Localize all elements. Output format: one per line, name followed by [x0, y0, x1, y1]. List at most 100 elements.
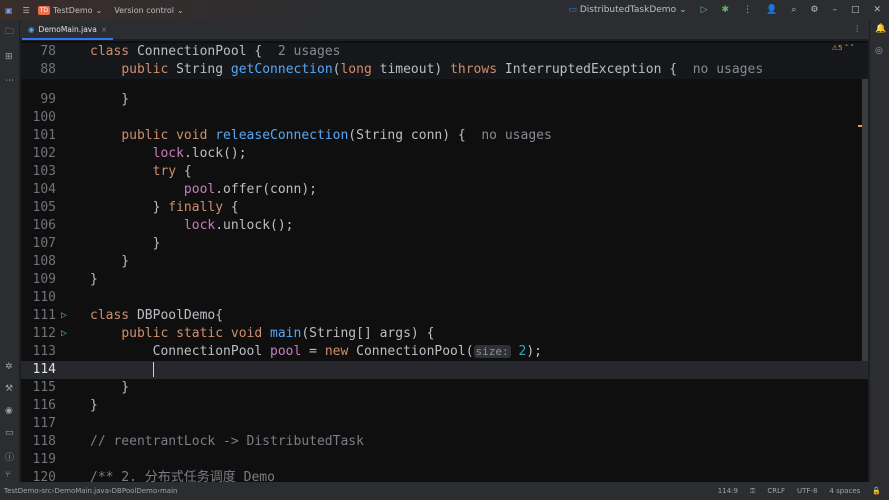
line-number: 118: [32, 434, 56, 449]
code-text: }: [90, 236, 161, 251]
code-line[interactable]: 118 // reentrantLock -> DistributedTask: [21, 433, 868, 451]
structure-icon[interactable]: ⊞: [5, 52, 13, 62]
tab-close-icon[interactable]: ×: [101, 25, 107, 34]
lock-icon[interactable]: 🔓: [872, 487, 881, 496]
run-config-selector[interactable]: ▭ DistributedTaskDemo ⌄: [568, 5, 686, 15]
build-icon[interactable]: ⚒: [5, 384, 13, 394]
project-badge: TD: [37, 5, 51, 15]
main-menu-icon[interactable]: ☰: [23, 6, 30, 15]
line-number: 99: [40, 92, 56, 107]
project-selector[interactable]: TD TestDemo ⌄: [37, 5, 102, 15]
run-gutter-icon[interactable]: ▷: [61, 325, 67, 343]
minimize-icon[interactable]: –: [832, 5, 837, 15]
code-line[interactable]: 117: [21, 415, 868, 433]
breadcrumb-item[interactable]: TestDemo: [4, 487, 39, 495]
add-user-icon[interactable]: 👤: [766, 5, 777, 15]
breadcrumb-item[interactable]: src: [41, 487, 51, 495]
search-icon[interactable]: ⌕: [791, 5, 796, 15]
code-text: public void releaseConnection(String con…: [121, 128, 552, 143]
readonly-icon[interactable]: ⚿: [750, 487, 755, 496]
code-line[interactable]: 78 class ConnectionPool { 2 usages: [21, 43, 868, 61]
run-gutter-icon[interactable]: ▷: [61, 307, 67, 325]
indent[interactable]: 4 spaces: [829, 487, 860, 496]
code-text: }: [90, 398, 98, 413]
line-number: 88: [40, 62, 56, 77]
line-separator[interactable]: CRLF: [767, 487, 785, 496]
line-number: 114: [32, 362, 56, 377]
code-text: lock.unlock();: [183, 218, 294, 233]
run-tool-icon[interactable]: ◉: [5, 406, 13, 416]
code-editor[interactable]: ⚠5 ˄ ˅ 78 class ConnectionPool { 2 usages…: [21, 41, 868, 485]
code-line[interactable]: 116}: [21, 397, 868, 415]
more-tools-icon[interactable]: ⋯: [5, 76, 14, 86]
code-line[interactable]: 115 }: [21, 379, 868, 397]
code-line[interactable]: 113 ConnectionPool pool = new Connection…: [21, 343, 868, 361]
line-number: 110: [32, 290, 56, 305]
vcs-selector[interactable]: Version control ⌄: [114, 6, 183, 15]
title-bar: ▣ ☰ TD TestDemo ⌄ Version control ⌄ ▭ Distri…: [0, 0, 889, 20]
code-line[interactable]: 104 pool.offer(conn);: [21, 181, 868, 199]
code-text: pool.offer(conn);: [183, 182, 317, 197]
encoding[interactable]: UTF-8: [797, 487, 817, 496]
problems-icon[interactable]: ⓘ: [5, 450, 14, 463]
code-text: }: [90, 254, 130, 269]
code-text: [90, 361, 154, 379]
line-number: 113: [32, 344, 56, 359]
tabs-more-icon[interactable]: ⋮: [854, 24, 862, 33]
current-code-line[interactable]: 114: [21, 361, 868, 379]
breadcrumb-item[interactable]: DemoMain.java: [54, 487, 108, 495]
code-line[interactable]: 107 }: [21, 235, 868, 253]
left-tool-strip: 🗀 ⊞ ⋯ ✲ ⚒ ◉ ▭ ⓘ ⑂: [0, 20, 20, 482]
code-line[interactable]: 119: [21, 451, 868, 469]
line-number: 117: [32, 416, 56, 431]
code-text: public String getConnection(long timeout…: [121, 62, 764, 77]
run-icon[interactable]: ▷: [701, 5, 708, 15]
debug-icon[interactable]: ✱: [722, 5, 730, 15]
breadcrumb-item[interactable]: main: [160, 487, 178, 495]
code-line[interactable]: 109}: [21, 271, 868, 289]
code-line[interactable]: 105 } finally {: [21, 199, 868, 217]
inspection-widget[interactable]: ⚠5 ˄ ˅: [832, 44, 854, 52]
ai-assistant-icon[interactable]: ◎: [875, 46, 883, 56]
run-config-label: DistributedTaskDemo: [579, 5, 677, 15]
tab-label: DemoMain.java: [38, 24, 97, 34]
code-line[interactable]: 111 ▷ class DBPoolDemo{: [21, 307, 868, 325]
code-text: lock.lock();: [152, 146, 247, 161]
code-line[interactable]: 101 public void releaseConnection(String…: [21, 127, 868, 145]
code-line[interactable]: 99 }: [21, 91, 868, 109]
line-number: 103: [32, 164, 56, 179]
line-number: 100: [32, 110, 56, 125]
code-text: }: [90, 380, 130, 395]
notifications-icon[interactable]: 🔔: [875, 24, 886, 34]
terminal-icon[interactable]: ▭: [5, 428, 14, 438]
line-number: 108: [32, 254, 56, 269]
line-number: 78: [40, 44, 56, 59]
code-text: ConnectionPool pool = new ConnectionPool…: [90, 344, 542, 359]
caret-position[interactable]: 114:9: [718, 487, 738, 496]
line-number: 115: [32, 380, 56, 395]
line-number: 105: [32, 200, 56, 215]
app-logo-icon: ▣: [5, 5, 13, 15]
git-icon[interactable]: ⑂: [5, 470, 10, 480]
tab-demomain-java[interactable]: ◉ DemoMain.java ×: [22, 20, 114, 40]
code-line[interactable]: 108 }: [21, 253, 868, 271]
code-line[interactable]: 110: [21, 289, 868, 307]
more-icon[interactable]: ⋮: [743, 5, 752, 15]
code-line[interactable]: 112 ▷ public static void main(String[] ar…: [21, 325, 868, 343]
code-line[interactable]: 102 lock.lock();: [21, 145, 868, 163]
code-line[interactable]: 103 try {: [21, 163, 868, 181]
line-number: 119: [32, 452, 56, 467]
code-text: } finally {: [90, 200, 239, 215]
gear-icon[interactable]: ⚙: [810, 5, 818, 15]
close-icon[interactable]: ✕: [873, 5, 881, 15]
folder-icon[interactable]: 🗀: [5, 24, 14, 40]
maximize-icon[interactable]: □: [851, 5, 860, 15]
code-line[interactable]: 106 lock.unlock();: [21, 217, 868, 235]
line-number: 109: [32, 272, 56, 287]
java-class-icon: ◉: [28, 24, 35, 34]
code-line[interactable]: 100: [21, 109, 868, 127]
breadcrumb-item[interactable]: DBPoolDemo: [112, 487, 157, 495]
code-line[interactable]: 88 public String getConnection(long time…: [21, 61, 868, 79]
code-text: class DBPoolDemo{: [90, 308, 224, 323]
plugins-icon[interactable]: ✲: [5, 362, 13, 372]
